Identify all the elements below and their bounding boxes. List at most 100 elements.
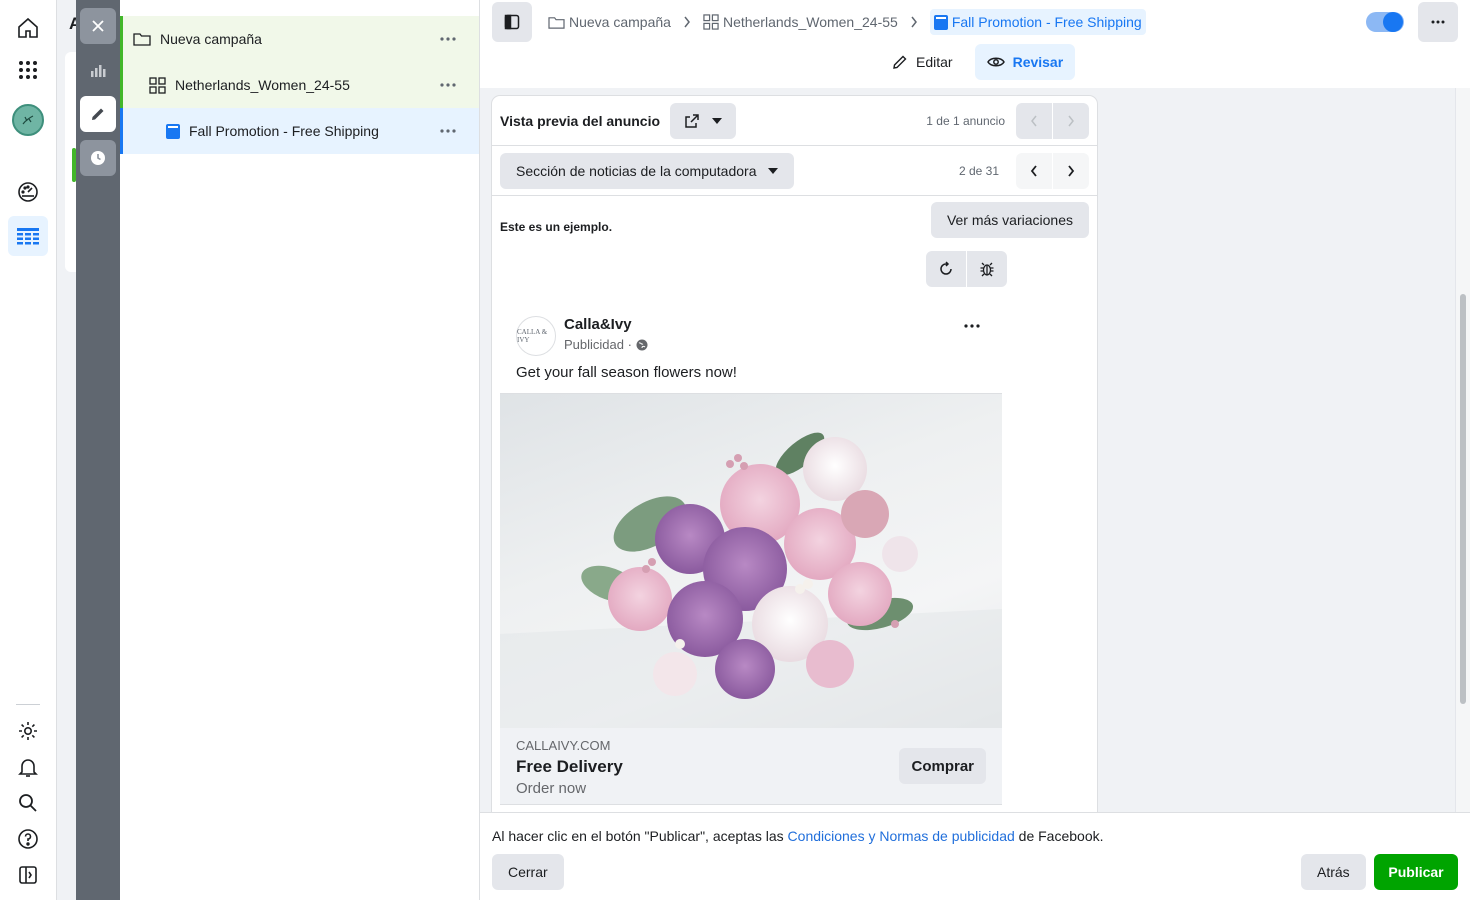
help-icon[interactable] xyxy=(8,819,48,859)
eye-icon xyxy=(986,55,1005,69)
facebook-post-preview: CALLA & IVY Calla&Ivy Publicidad · Get y… xyxy=(500,304,1002,805)
post-link-section[interactable]: CALLAIVY.COM Free Delivery Order now Com… xyxy=(500,728,1002,805)
toggle-panel-icon[interactable] xyxy=(8,855,48,895)
post-header: CALLA & IVY Calla&Ivy Publicidad · xyxy=(500,304,1002,356)
grid-icon xyxy=(703,14,719,30)
tree-item-ad[interactable]: Fall Promotion - Free Shipping xyxy=(120,108,479,154)
placement-pager xyxy=(1016,153,1089,189)
placement-dropdown[interactable]: Sección de noticias de la computadora xyxy=(500,153,795,189)
logo-text: CALLA & IVY xyxy=(517,328,548,344)
sidebar-toggle-button[interactable] xyxy=(492,2,532,42)
scrollbar[interactable] xyxy=(1455,88,1470,812)
all-tools-icon[interactable] xyxy=(8,50,48,90)
more-options-icon[interactable] xyxy=(439,30,457,48)
ad-status-toggle[interactable] xyxy=(1366,12,1404,32)
ad-icon xyxy=(166,123,180,139)
report-bug-button[interactable] xyxy=(967,251,1007,287)
close-button[interactable] xyxy=(80,8,116,44)
folder-icon xyxy=(548,15,565,30)
page-name[interactable]: Calla&Ivy xyxy=(564,316,632,333)
editor-toolbar xyxy=(76,0,120,900)
avatar xyxy=(12,104,44,136)
more-options-icon[interactable] xyxy=(439,122,457,140)
caret-down-icon xyxy=(712,117,723,124)
home-icon[interactable] xyxy=(8,8,48,48)
tree-item-campaign[interactable]: Nueva campaña xyxy=(120,16,479,62)
breadcrumb: Nueva campaña Netherlands_Women_24-55 Fa… xyxy=(548,9,1146,35)
ads-manager-table-icon[interactable] xyxy=(8,216,48,256)
chart-icon[interactable] xyxy=(80,52,116,88)
close-dialog-button[interactable]: Cerrar xyxy=(492,854,564,890)
tab-edit[interactable]: Editar xyxy=(880,44,965,80)
post-image-flower-bouquet xyxy=(500,393,1002,728)
dashboard-icon[interactable] xyxy=(8,172,48,212)
global-nav xyxy=(0,0,57,900)
tree-item-label: Fall Promotion - Free Shipping xyxy=(189,123,379,139)
chevron-right-icon xyxy=(910,16,918,28)
footer: Al hacer clic en el botón "Publicar", ac… xyxy=(480,812,1470,900)
toggle-knob xyxy=(1383,12,1403,32)
settings-icon[interactable] xyxy=(8,711,48,751)
scrollbar-thumb[interactable] xyxy=(1460,294,1466,704)
refresh-button[interactable] xyxy=(926,251,966,287)
main-content: Vista previa del anuncio 1 de 1 anuncio … xyxy=(480,88,1470,812)
sample-notice: Este es un ejemplo. xyxy=(500,220,613,234)
more-variations-button[interactable]: Ver más variaciones xyxy=(930,202,1089,238)
terms-notice: Al hacer clic en el botón "Publicar", ac… xyxy=(492,828,1104,844)
bug-icon xyxy=(979,261,995,277)
share-preview-dropdown[interactable] xyxy=(670,102,737,139)
ad-preview-card: Vista previa del anuncio 1 de 1 anuncio … xyxy=(492,96,1097,812)
tab-review[interactable]: Revisar xyxy=(974,44,1076,80)
post-more-icon[interactable] xyxy=(964,324,980,328)
sponsored-text: Publicidad · xyxy=(564,337,632,352)
more-options-icon[interactable] xyxy=(439,76,457,94)
back-button[interactable]: Atrás xyxy=(1301,854,1366,890)
previous-ad-button[interactable] xyxy=(1016,103,1052,139)
terms-text: Al hacer clic en el botón "Publicar", ac… xyxy=(492,828,788,844)
notifications-icon[interactable] xyxy=(8,747,48,787)
breadcrumb-adset[interactable]: Netherlands_Women_24-55 xyxy=(703,14,898,30)
ad-icon xyxy=(933,14,948,30)
tree-item-adset[interactable]: Netherlands_Women_24-55 xyxy=(120,62,479,108)
breadcrumb-campaign[interactable]: Nueva campaña xyxy=(548,14,671,30)
edit-pencil-button[interactable] xyxy=(80,96,116,132)
tab-label: Editar xyxy=(916,54,953,70)
tab-label: Revisar xyxy=(1012,54,1064,70)
mode-tabs: Editar Revisar xyxy=(880,44,1076,80)
placement-count: 2 de 31 xyxy=(958,164,999,178)
grid-icon xyxy=(149,76,166,94)
external-link-icon xyxy=(684,113,700,129)
terms-link[interactable]: Condiciones y Normas de publicidad xyxy=(788,828,1015,844)
next-placement-button[interactable] xyxy=(1053,153,1089,189)
caret-down-icon xyxy=(768,168,779,174)
search-icon[interactable] xyxy=(8,783,48,823)
breadcrumb-label: Netherlands_Women_24-55 xyxy=(722,14,898,30)
account-avatar[interactable] xyxy=(8,100,48,140)
link-headline: Free Delivery xyxy=(516,757,623,776)
background-page-strip: A xyxy=(57,0,81,900)
tree-item-label: Nueva campaña xyxy=(160,31,262,47)
placement-label: Sección de noticias de la computadora xyxy=(516,163,757,179)
link-domain: CALLAIVY.COM xyxy=(516,738,611,753)
preview-header: Vista previa del anuncio 1 de 1 anuncio xyxy=(492,96,1097,146)
link-description: Order now xyxy=(516,780,587,797)
more-options-button[interactable] xyxy=(1418,2,1458,42)
placement-bar: Sección de noticias de la computadora 2 … xyxy=(492,146,1097,196)
ad-pager xyxy=(1016,103,1089,139)
previous-placement-button[interactable] xyxy=(1016,153,1052,189)
breadcrumb-ad[interactable]: Fall Promotion - Free Shipping xyxy=(929,9,1146,35)
next-ad-button[interactable] xyxy=(1053,103,1089,139)
chevron-right-icon xyxy=(683,16,691,28)
breadcrumb-label: Nueva campaña xyxy=(569,14,671,30)
preview-title: Vista previa del anuncio xyxy=(500,112,661,129)
cta-button[interactable]: Comprar xyxy=(899,748,986,784)
editor-header: Nueva campaña Netherlands_Women_24-55 Fa… xyxy=(480,0,1470,88)
page-logo: CALLA & IVY xyxy=(516,316,556,356)
terms-text-end: de Facebook. xyxy=(1014,828,1104,844)
sponsored-label: Publicidad · xyxy=(564,337,648,352)
pencil-icon xyxy=(892,54,908,70)
refresh-icon xyxy=(938,261,954,277)
history-clock-button[interactable] xyxy=(80,140,116,176)
post-primary-text: Get your fall season flowers now! xyxy=(516,364,737,381)
publish-button[interactable]: Publicar xyxy=(1374,854,1458,890)
